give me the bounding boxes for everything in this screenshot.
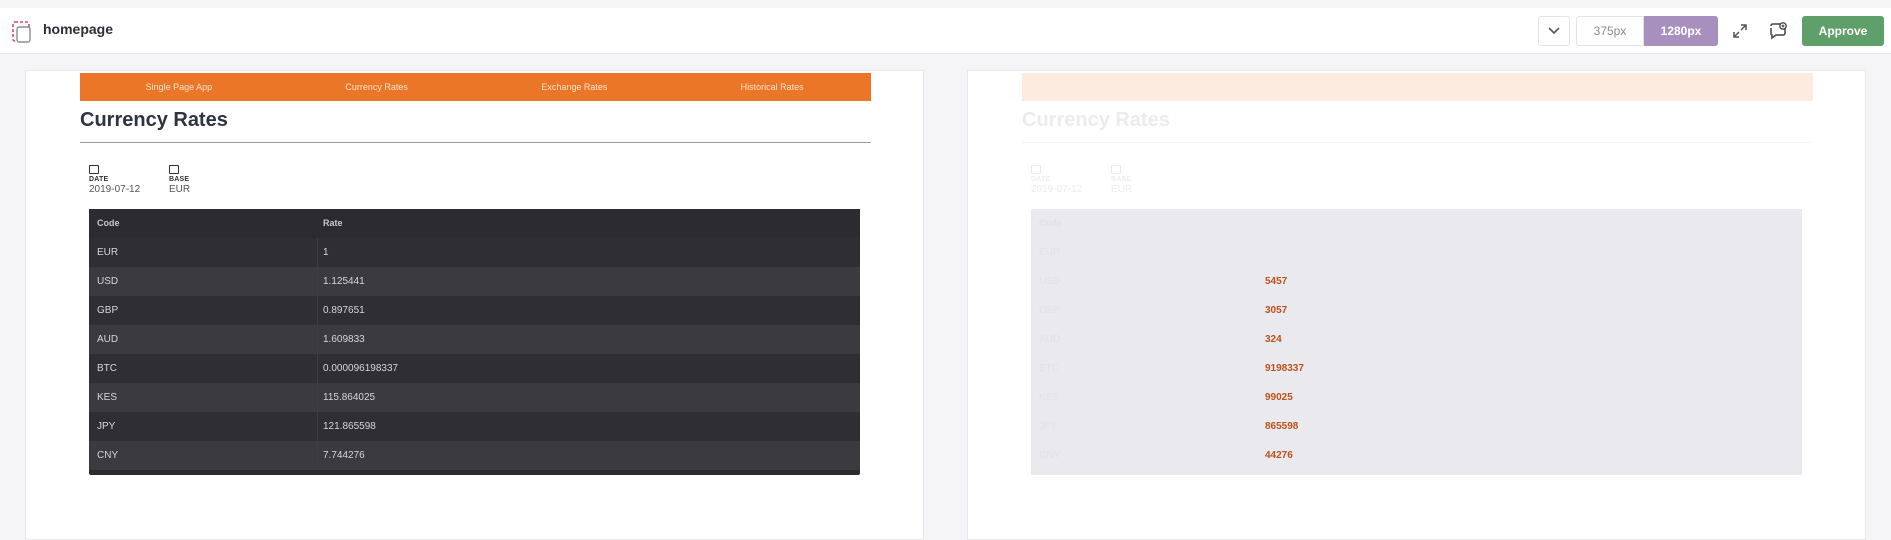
diff-rate: 3057 <box>1265 305 1288 316</box>
row-rate: 121.865598 <box>323 421 376 432</box>
rates-table: Code Rate EUR 1 USD 1.125441 GBP 0.89765… <box>89 209 860 475</box>
row-rate: 115.864025 <box>323 392 376 403</box>
table-row: JPY 865598 <box>1031 412 1802 441</box>
viewport-375-button[interactable]: 375px <box>1576 16 1644 46</box>
nav-item-currency-rates[interactable]: Currency Rates <box>278 82 476 92</box>
divider <box>80 142 871 143</box>
table-row: CNY 44276 <box>1031 441 1802 470</box>
table-row: KES 99025 <box>1031 383 1802 412</box>
site-nav: Single Page App Currency Rates Exchange … <box>80 73 871 101</box>
header-code: Code <box>1039 218 1062 228</box>
base-block: BASE EUR <box>169 165 190 195</box>
diff-panel: Currency Rates DATE 2019-07-12 BASE EUR … <box>967 70 1866 540</box>
row-rate: 1.609833 <box>323 334 365 345</box>
table-row: USD 1.125441 <box>89 267 860 296</box>
nav-item-exchange-rates[interactable]: Exchange Rates <box>476 82 674 92</box>
nav-item-historical-rates[interactable]: Historical Rates <box>673 82 871 92</box>
rates-table-diff: Code EUR USD 5457 GBP 3057 AUD 324 BTC 9… <box>1031 209 1802 475</box>
row-code: CNY <box>97 450 119 461</box>
diff-rate: 44276 <box>1265 450 1293 461</box>
row-code: USD <box>1039 276 1061 287</box>
row-rate: 7.744276 <box>323 450 365 461</box>
diff-rate: 324 <box>1265 334 1282 345</box>
viewport-1280-button[interactable]: 1280px <box>1644 16 1718 46</box>
table-row: GBP 0.897651 <box>89 296 860 325</box>
base-label: BASE <box>1111 176 1132 183</box>
table-row: BTC 0.000096198337 <box>89 354 860 383</box>
divider <box>1022 142 1813 143</box>
row-rate: 0.897651 <box>323 305 365 316</box>
table-row: EUR <box>1031 238 1802 267</box>
date-block-diff: DATE 2019-07-12 <box>1031 165 1082 195</box>
date-label: DATE <box>1031 176 1051 183</box>
date-block: DATE 2019-07-12 <box>89 165 140 195</box>
row-code: BTC <box>97 363 117 374</box>
page-title-diff: Currency Rates <box>1022 109 1170 131</box>
base-label: BASE <box>169 176 190 183</box>
table-row: JPY 121.865598 <box>89 412 860 441</box>
toolbar: homepage 375px 1280px Approve <box>0 8 1891 54</box>
date-value: 2019-07-12 <box>1031 184 1083 195</box>
table-header: Code Rate <box>89 209 860 238</box>
row-code: EUR <box>1039 247 1061 258</box>
header-rate: Rate <box>323 218 343 228</box>
diff-rate: 9198337 <box>1265 363 1304 374</box>
row-rate: 0.000096198337 <box>323 363 399 374</box>
table-row: GBP 3057 <box>1031 296 1802 325</box>
page-icon <box>12 21 31 43</box>
diff-rate: 5457 <box>1265 276 1288 287</box>
table-row: AUD 324 <box>1031 325 1802 354</box>
base-value: EUR <box>169 184 191 195</box>
site-nav-diff <box>1022 73 1813 101</box>
row-code: GBP <box>1039 305 1061 316</box>
row-code: KES <box>1039 392 1060 403</box>
header-code: Code <box>97 218 120 228</box>
date-label: DATE <box>89 176 109 183</box>
row-rate: 1 <box>323 247 329 258</box>
approve-button[interactable]: Approve <box>1802 16 1884 46</box>
row-code: BTC <box>1039 363 1059 374</box>
table-row: EUR 1 <box>89 238 860 267</box>
diff-rate: 99025 <box>1265 392 1293 403</box>
row-code: GBP <box>97 305 119 316</box>
base-block-diff: BASE EUR <box>1111 165 1132 195</box>
money-icon <box>169 165 179 174</box>
row-code: EUR <box>97 247 119 258</box>
table-row: USD 5457 <box>1031 267 1802 296</box>
row-rate: 1.125441 <box>323 276 365 287</box>
row-code: AUD <box>97 334 119 345</box>
nav-item-label: Single Page App <box>145 82 213 92</box>
row-code: KES <box>97 392 118 403</box>
money-icon <box>1111 165 1121 174</box>
date-value: 2019-07-12 <box>89 184 141 195</box>
row-code: JPY <box>1039 421 1058 432</box>
calendar-icon <box>89 165 99 174</box>
base-value: EUR <box>1111 184 1133 195</box>
page-name: homepage <box>43 21 114 37</box>
diff-rate: 865598 <box>1265 421 1299 432</box>
table-row: AUD 1.609833 <box>89 325 860 354</box>
page-title: Currency Rates <box>80 109 228 131</box>
nav-item-single-page-app[interactable]: Single Page App <box>80 82 278 92</box>
expand-icon[interactable] <box>1724 16 1756 46</box>
table-header: Code <box>1031 209 1802 238</box>
baseline-panel: Single Page App Currency Rates Exchange … <box>25 70 924 540</box>
row-code: USD <box>97 276 119 287</box>
row-code: JPY <box>97 421 116 432</box>
table-row: KES 115.864025 <box>89 383 860 412</box>
table-row: BTC 9198337 <box>1031 354 1802 383</box>
calendar-icon <box>1031 165 1041 174</box>
row-code: CNY <box>1039 450 1061 461</box>
row-code: AUD <box>1039 334 1061 345</box>
chevron-down-icon[interactable] <box>1538 16 1570 46</box>
table-row: CNY 7.744276 <box>89 441 860 470</box>
add-comment-icon[interactable] <box>1762 16 1794 46</box>
